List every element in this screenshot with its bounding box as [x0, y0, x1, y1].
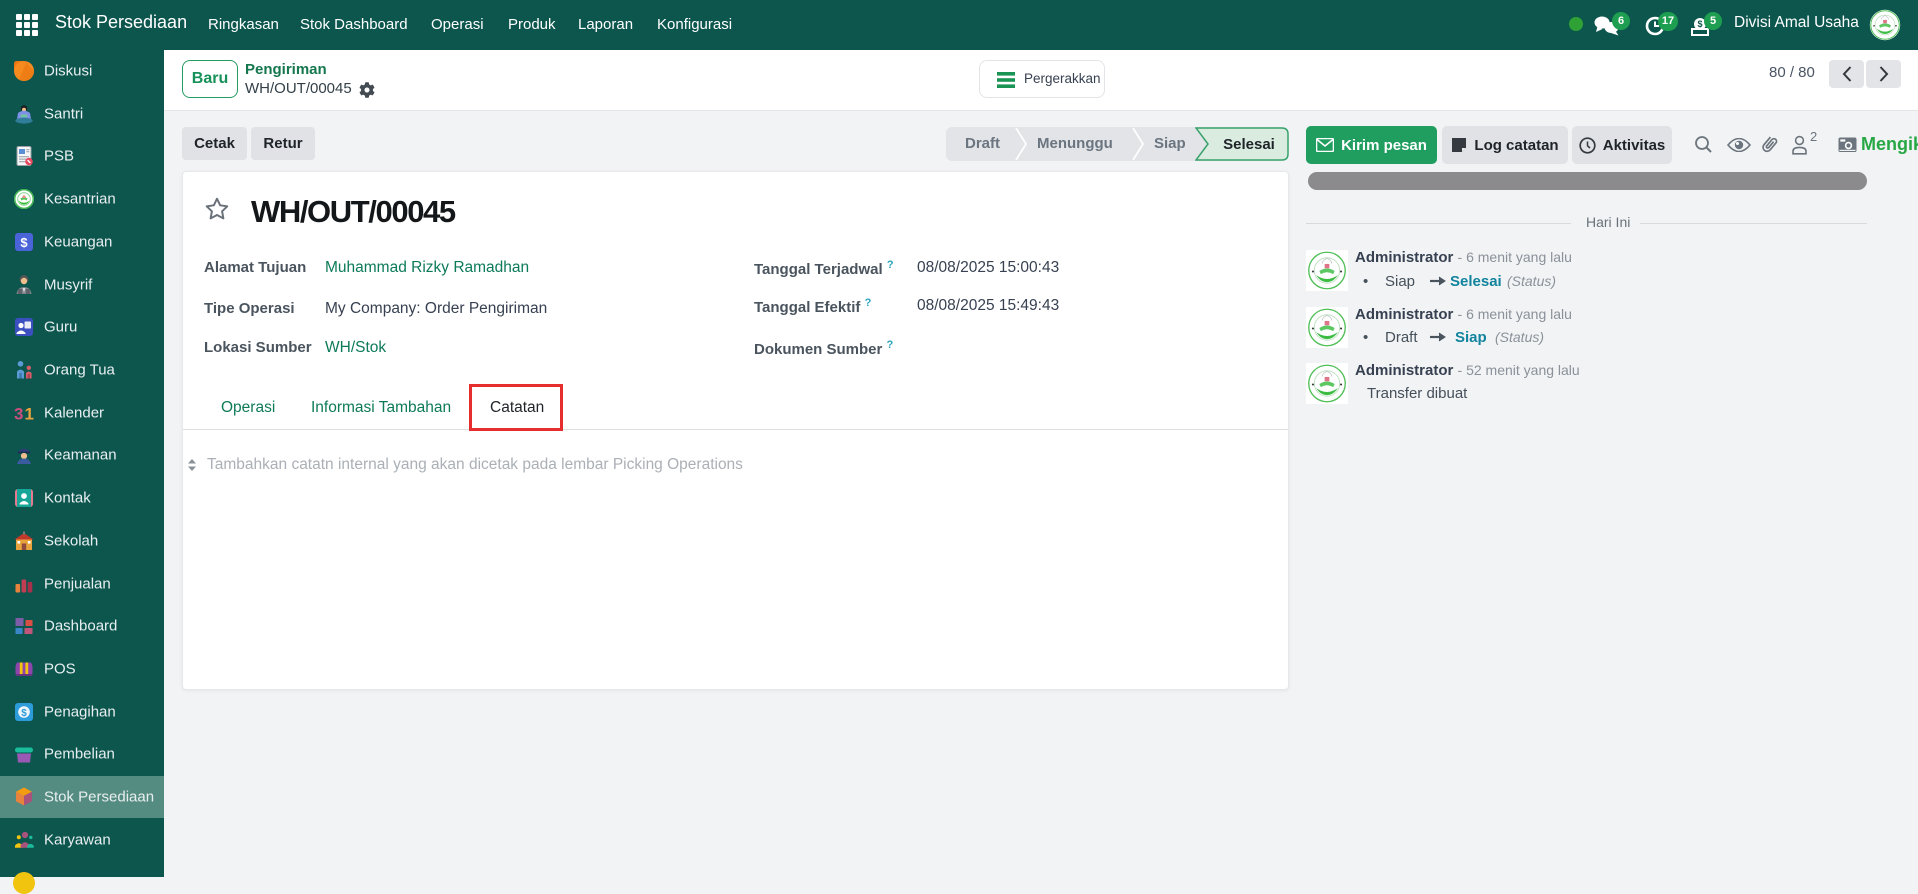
svg-text:1: 1: [25, 405, 34, 424]
svg-text:$: $: [21, 708, 27, 719]
svg-text:Selesai: Selesai: [1223, 136, 1275, 153]
svg-text:3: 3: [14, 405, 23, 424]
svg-text:$: $: [20, 235, 28, 250]
svg-text:$: $: [1697, 19, 1702, 29]
